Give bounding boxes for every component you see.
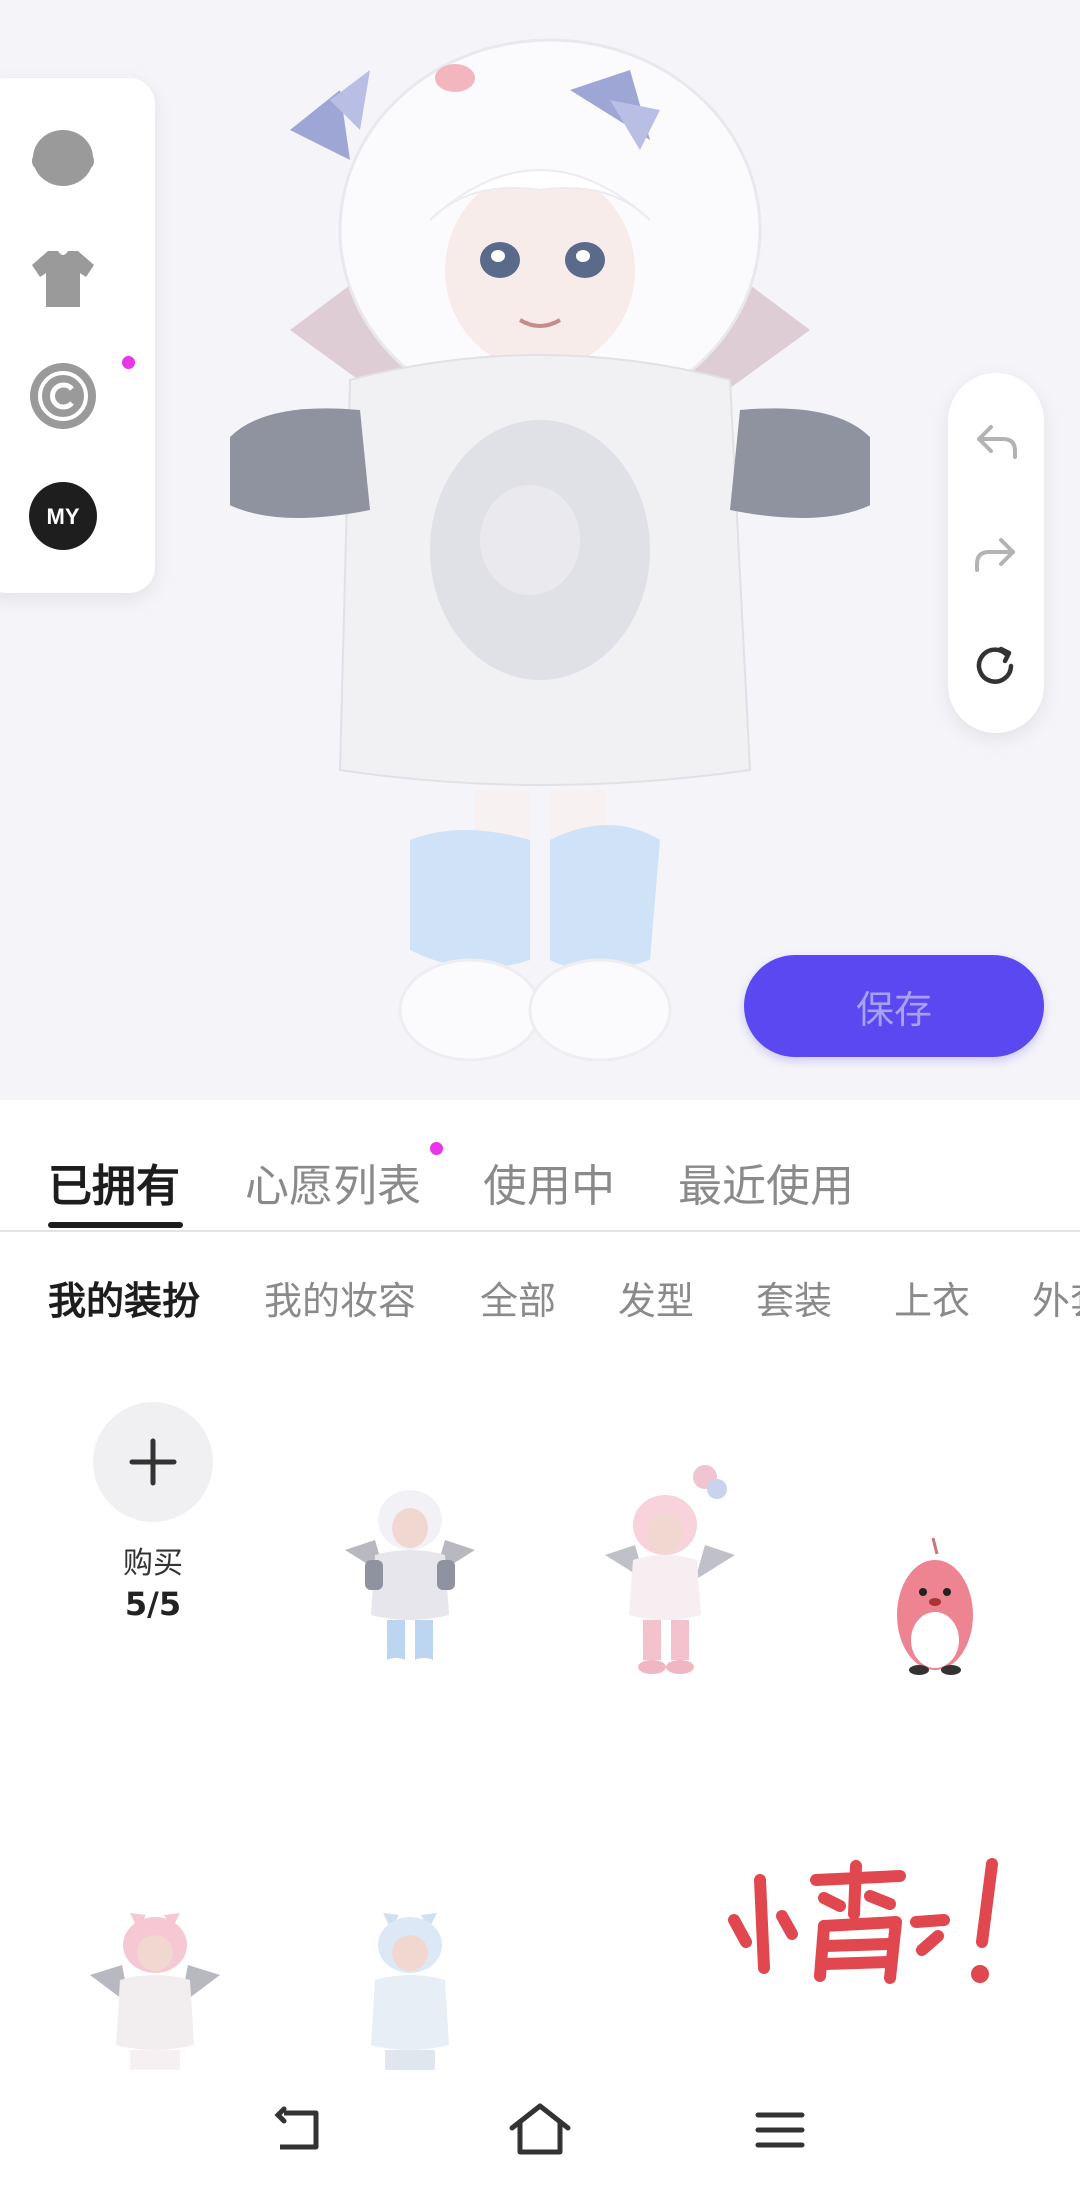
wardrobe-subtabs: 我的装扮 我的妆容 全部 发型 套装 上衣 外套	[0, 1260, 1080, 1340]
subtab-suit[interactable]: 套装	[756, 1270, 832, 1325]
wardrobe-tabs: 已拥有 心愿列表 使用中 最近使用	[0, 1100, 1080, 1232]
outfit-thumbnail	[605, 1465, 735, 1674]
wishlist-notification-dot	[430, 1142, 443, 1155]
system-nav-bar	[0, 2070, 1080, 2192]
clothing-category-button[interactable]	[28, 243, 98, 313]
back-button[interactable]	[265, 2100, 335, 2160]
history-controls	[948, 373, 1044, 733]
tab-owned[interactable]: 已拥有	[48, 1150, 180, 1214]
my-category-button[interactable]: MY	[28, 481, 98, 551]
avatar-stage	[0, 0, 1080, 1100]
active-tab-indicator	[48, 1222, 183, 1228]
tab-in-use[interactable]: 使用中	[483, 1150, 615, 1214]
subtab-my-outfits[interactable]: 我的装扮	[48, 1270, 200, 1325]
outfit-item-4[interactable]	[85, 1895, 225, 2070]
subtab-outerwear[interactable]: 外套	[1032, 1270, 1080, 1325]
avatar-preview	[230, 38, 870, 1062]
undo-button[interactable]	[966, 410, 1026, 470]
reset-icon	[976, 646, 1014, 684]
redo-button[interactable]	[966, 523, 1026, 583]
outfit-thumbnail	[371, 1913, 449, 2070]
home-icon	[509, 2103, 571, 2155]
menu-icon	[755, 2112, 805, 2148]
head-icon	[32, 130, 94, 186]
buy-label: 购买	[123, 1546, 183, 1581]
copyright-category-button[interactable]	[28, 361, 98, 431]
shirt-icon	[32, 251, 94, 307]
outfit-thumbnail	[90, 1913, 220, 2070]
subtab-all[interactable]: 全部	[480, 1270, 556, 1325]
plus-icon	[129, 1438, 177, 1486]
category-panel: MY	[0, 78, 155, 593]
copyright-icon	[30, 363, 96, 429]
undo-icon	[977, 425, 1017, 459]
outfit-thumbnail	[345, 1490, 475, 1674]
head-category-button[interactable]	[28, 123, 98, 193]
save-button[interactable]: 保存	[744, 955, 1044, 1057]
tab-wishlist[interactable]: 心愿列表	[245, 1150, 421, 1214]
subtab-my-makeup[interactable]: 我的妆容	[264, 1270, 416, 1325]
subtab-top[interactable]: 上衣	[894, 1270, 970, 1325]
tab-recent[interactable]: 最近使用	[678, 1150, 854, 1214]
watermark-calligraphy	[728, 1858, 998, 1984]
redo-icon	[975, 538, 1015, 572]
my-icon-label: MY	[47, 504, 80, 529]
outfit-item-1[interactable]	[340, 1480, 480, 1680]
back-icon	[274, 2106, 319, 2150]
home-button[interactable]	[505, 2100, 575, 2160]
buy-slot-button[interactable]	[93, 1402, 213, 1522]
pet-thumbnail	[897, 1537, 973, 1675]
menu-button[interactable]	[745, 2100, 815, 2160]
reset-button[interactable]	[966, 636, 1026, 696]
outfit-slot-count: 5/5	[124, 1585, 182, 1623]
copyright-notification-dot	[122, 356, 135, 369]
outfit-item-2[interactable]	[600, 1455, 740, 1685]
outfit-item-3[interactable]	[880, 1530, 990, 1680]
my-icon: MY	[29, 482, 97, 550]
outfit-item-5[interactable]	[340, 1895, 480, 2070]
subtab-hairstyle[interactable]: 发型	[618, 1270, 694, 1325]
